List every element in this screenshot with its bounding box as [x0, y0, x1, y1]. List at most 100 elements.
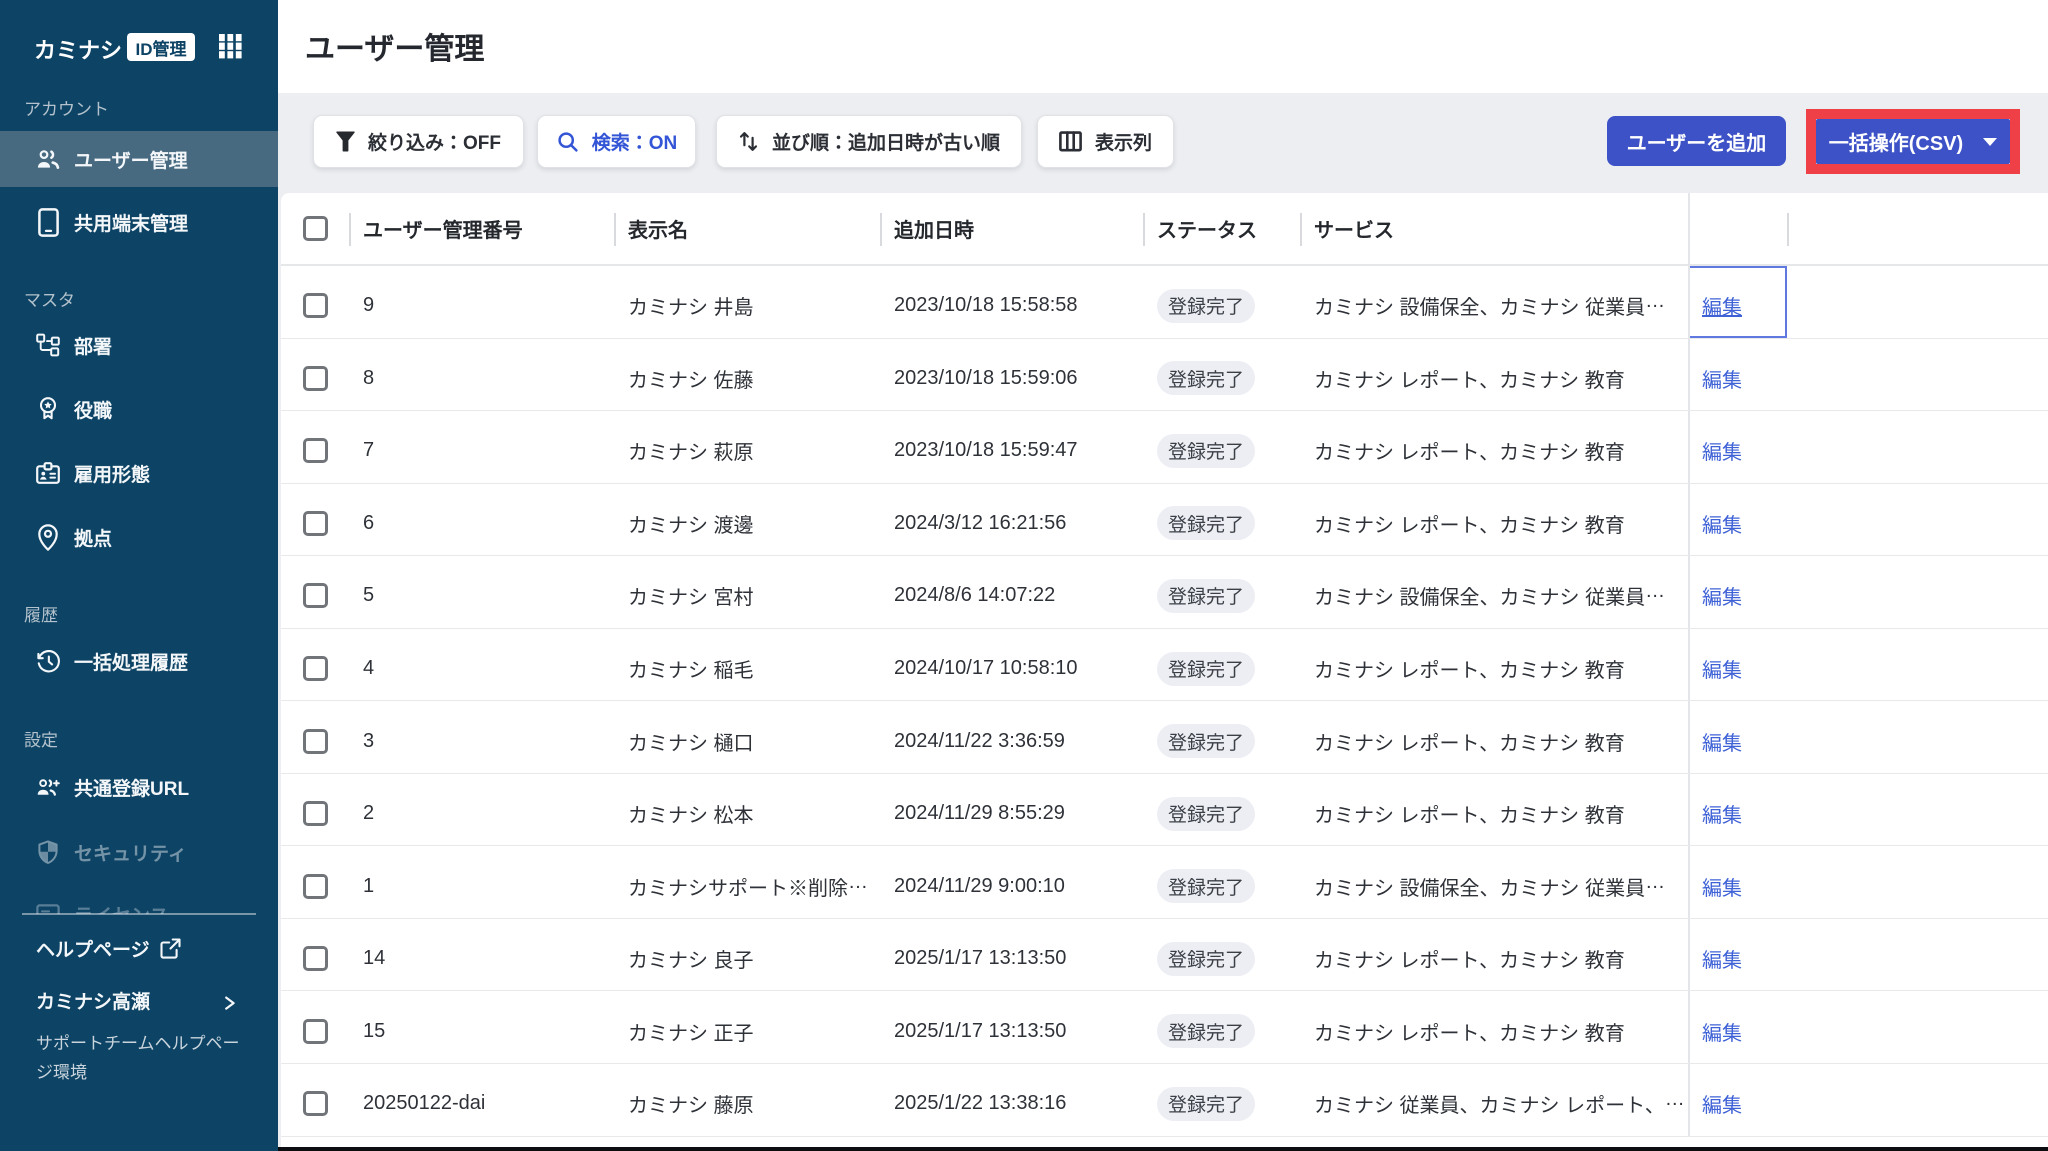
row-checkbox[interactable]: [303, 1091, 328, 1116]
cell-services: カミナシ レポート、カミナシ 教育: [1300, 774, 1688, 846]
filter-button[interactable]: 絞り込み：OFF: [313, 115, 524, 168]
edit-link[interactable]: 編集: [1702, 509, 1742, 538]
row-checkbox[interactable]: [303, 656, 328, 681]
bulk-operation-button-label: 一括操作(CSV): [1829, 127, 1963, 156]
status-badge: 登録完了: [1157, 434, 1255, 468]
cell-added: 2025/1/22 13:38:16: [880, 1064, 1143, 1136]
sidebar-item-license[interactable]: ライセンス: [0, 886, 278, 914]
row-select-cell: [281, 701, 349, 773]
status-badge: 登録完了: [1157, 942, 1255, 976]
sidebar-item-common-registration-url[interactable]: 共通登録URL: [0, 759, 278, 815]
sidebar-item-label: 一括処理履歴: [74, 648, 188, 675]
column-divider: [880, 213, 882, 246]
cell-filler: [1787, 266, 2048, 338]
cell-services: カミナシ 設備保全、カミナシ 従業員…: [1300, 266, 1688, 338]
row-checkbox[interactable]: [303, 583, 328, 608]
edit-link[interactable]: 編集: [1702, 436, 1742, 465]
edit-link[interactable]: 編集: [1702, 364, 1742, 393]
cell-number: 8: [349, 339, 614, 411]
row-checkbox[interactable]: [303, 801, 328, 826]
sidebar-item-positions[interactable]: 役職: [0, 381, 278, 437]
edit-column-border: [1688, 919, 1690, 991]
tenant-name: カミナシ高瀬: [36, 989, 150, 1017]
cell-name: カミナシ 松本: [614, 774, 880, 846]
select-all-checkbox[interactable]: [303, 216, 328, 241]
edit-link[interactable]: 編集: [1702, 944, 1742, 973]
add-user-button[interactable]: ユーザーを追加: [1607, 116, 1786, 166]
row-checkbox[interactable]: [303, 946, 328, 971]
cell-name: カミナシ 井島: [614, 266, 880, 338]
column-header-added[interactable]: 追加日時: [880, 193, 1143, 264]
shield-icon: [36, 840, 60, 864]
sidebar-item-shared-devices[interactable]: 共用端末管理: [0, 194, 278, 250]
row-checkbox[interactable]: [303, 293, 328, 318]
sidebar-item-label: ユーザー管理: [74, 146, 188, 173]
edit-link[interactable]: 編集: [1702, 727, 1742, 756]
edit-link[interactable]: 編集: [1702, 799, 1742, 828]
columns-button[interactable]: 表示列: [1037, 115, 1174, 168]
cell-services: カミナシ レポート、カミナシ 教育: [1300, 339, 1688, 411]
cell-added: 2025/1/17 13:13:50: [880, 991, 1143, 1063]
edit-link[interactable]: 編集: [1702, 1089, 1742, 1118]
column-header-name[interactable]: 表示名: [614, 193, 880, 264]
edit-column-border: [1688, 193, 1690, 266]
cell-number: 9: [349, 266, 614, 338]
sidebar-item-employment-types[interactable]: 雇用形態: [0, 445, 278, 501]
sidebar-item-label: 共通登録URL: [74, 774, 189, 801]
sidebar-item-security[interactable]: セキュリティ: [0, 824, 278, 880]
table-row: 15カミナシ 正子2025/1/17 13:13:50登録完了カミナシ レポート…: [281, 991, 2048, 1064]
search-button[interactable]: 検索：ON: [537, 115, 696, 168]
row-checkbox[interactable]: [303, 1019, 328, 1044]
sidebar-label-settings: 設定: [24, 729, 58, 753]
tablet-icon: [36, 210, 60, 234]
row-select-cell: [281, 991, 349, 1063]
sort-button[interactable]: 並び順：追加日時が古い順: [716, 115, 1022, 168]
row-checkbox[interactable]: [303, 438, 328, 463]
sidebar-item-label: セキュリティ: [74, 839, 187, 866]
edit-link[interactable]: 編集: [1702, 291, 1742, 320]
cell-added: 2024/10/17 10:58:10: [880, 629, 1143, 701]
search-button-label: 検索：ON: [592, 128, 678, 155]
cell-edit: 編集: [1688, 484, 1787, 556]
page-title: ユーザー管理: [305, 24, 484, 68]
help-page-link[interactable]: ヘルプページ: [36, 934, 182, 962]
sidebar-item-user-management[interactable]: ユーザー管理: [0, 131, 278, 187]
cell-edit: 編集: [1688, 846, 1787, 918]
edit-link[interactable]: 編集: [1702, 581, 1742, 610]
cell-name: カミナシ 佐藤: [614, 339, 880, 411]
filter-button-label: 絞り込み：OFF: [368, 128, 501, 155]
column-header-number[interactable]: ユーザー管理番号: [349, 193, 614, 264]
bulk-operation-button[interactable]: 一括操作(CSV): [1816, 119, 2010, 164]
funnel-icon: [336, 131, 355, 152]
row-checkbox[interactable]: [303, 366, 328, 391]
cell-status: 登録完了: [1143, 919, 1300, 991]
cell-added: 2023/10/18 15:58:58: [880, 266, 1143, 338]
id-card-icon: [36, 461, 60, 485]
status-badge: 登録完了: [1157, 797, 1255, 831]
cell-services: カミナシ レポート、カミナシ 教育: [1300, 484, 1688, 556]
row-checkbox[interactable]: [303, 729, 328, 754]
row-select-cell: [281, 1064, 349, 1136]
table-row: 7カミナシ 萩原2023/10/18 15:59:47登録完了カミナシ レポート…: [281, 411, 2048, 484]
screen: カミナシ ID管理 アカウントユーザー管理共用端末管理マスタ部署役職雇用形態拠点…: [0, 0, 2048, 1151]
sidebar-item-batch-history[interactable]: 一括処理履歴: [0, 633, 278, 689]
columns-icon: [1059, 131, 1082, 152]
main: ユーザー管理 絞り込み：OFF 検索：ON 並び順：追加日時が古い順 表示列 ユ…: [278, 0, 2048, 1151]
row-checkbox[interactable]: [303, 511, 328, 536]
help-page-label: ヘルプページ: [36, 935, 150, 962]
edit-link[interactable]: 編集: [1702, 1017, 1742, 1046]
edit-link[interactable]: 編集: [1702, 654, 1742, 683]
cell-edit: 編集: [1688, 919, 1787, 991]
status-badge: 登録完了: [1157, 289, 1255, 323]
sidebar-label-history: 履歴: [24, 604, 58, 628]
column-header-services[interactable]: サービス: [1300, 193, 1688, 264]
edit-link[interactable]: 編集: [1702, 872, 1742, 901]
edit-column-border: [1688, 339, 1690, 411]
column-header-status[interactable]: ステータス: [1143, 193, 1300, 264]
row-checkbox[interactable]: [303, 874, 328, 899]
table-row: 8カミナシ 佐藤2023/10/18 15:59:06登録完了カミナシ レポート…: [281, 339, 2048, 412]
sidebar-item-locations[interactable]: 拠点: [0, 509, 278, 565]
sidebar-item-departments[interactable]: 部署: [0, 317, 278, 373]
column-header-edit: [1688, 193, 1787, 264]
tenant-switcher[interactable]: カミナシ高瀬: [0, 989, 278, 1017]
